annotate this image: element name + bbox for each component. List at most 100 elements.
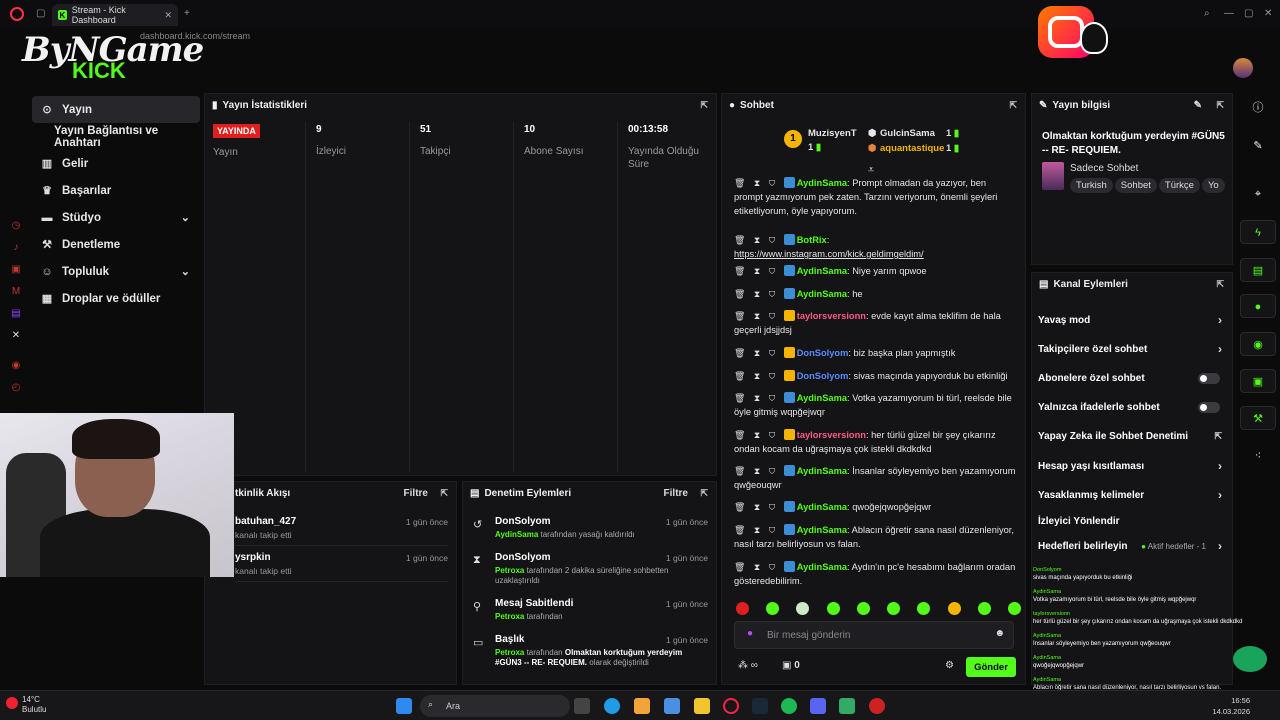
chat-username[interactable]: taylorsversionn [797, 430, 866, 440]
nav-item-drops[interactable]: ▦ Droplar ve ödüller [32, 285, 200, 312]
send-button[interactable]: Gönder [966, 657, 1016, 677]
popout-icon[interactable]: ⇱ [700, 100, 708, 111]
emote-icon[interactable] [856, 602, 870, 615]
action-followers-only[interactable]: Takipçilere özel sohbet › [1038, 339, 1222, 359]
toggle-switch[interactable] [1198, 372, 1220, 384]
photos-icon[interactable] [664, 698, 680, 714]
action-ai-moderation[interactable]: Yapay Zeka ile Sohbet Denetimi ⇱ [1038, 426, 1222, 446]
emote-icon[interactable] [947, 602, 961, 615]
opera-icon[interactable] [10, 7, 24, 21]
wrench-icon[interactable]: ⚒ [1240, 406, 1276, 430]
chat-username[interactable]: AydinSama [797, 502, 847, 512]
search-icon[interactable]: ⌕ [1204, 8, 1210, 19]
weather-widget[interactable]: 14°C Bulutlu [22, 695, 46, 715]
action-raid[interactable]: İzleyici Yönlendir [1038, 511, 1222, 531]
nav-item-revenue[interactable]: ▥ Gelir [32, 150, 200, 177]
game-icon[interactable]: ▣ [8, 264, 24, 286]
action-slow-mode[interactable]: Yavaş mod › [1038, 310, 1222, 330]
filter-button[interactable]: Filtre [664, 488, 688, 499]
chat-username[interactable]: AydinSama [797, 289, 847, 299]
layout-icon[interactable]: ▣ [1240, 369, 1276, 393]
kick-logo[interactable]: KICK [72, 58, 126, 84]
clock-icon[interactable]: ◴ [8, 382, 24, 404]
x-icon[interactable]: ✕ [8, 330, 24, 352]
system-clock[interactable]: 16:56 14.03.2026 [1212, 695, 1250, 717]
action-goals[interactable]: Hedefleri belirleyin ● Aktif hedefler - … [1038, 536, 1222, 556]
app-icon[interactable] [839, 698, 855, 714]
users-icon[interactable]: ⁂ [738, 660, 748, 671]
chat-username[interactable]: AydinSama [797, 466, 847, 476]
chat-username[interactable]: AydinSama [797, 266, 847, 276]
points-display[interactable]: ▣ 0 [782, 660, 800, 671]
mod-actions-icons[interactable]: 🗑 ⧗ ⛉ [734, 348, 784, 358]
opera-taskbar-icon[interactable] [723, 698, 739, 714]
emote-icon[interactable] [887, 602, 901, 615]
popout-icon[interactable]: ⇱ [700, 488, 708, 499]
more-icon[interactable]: ⁖ [1240, 444, 1276, 468]
nav-item-studio[interactable]: ▬ Stüdyo ⌄ [32, 204, 200, 231]
popout-icon[interactable]: ⇱ [1216, 100, 1224, 111]
chat-username[interactable]: AydinSama [797, 178, 847, 188]
tab-list-icon[interactable]: ▢ [36, 8, 45, 19]
popout-icon[interactable]: ⇱ [1216, 279, 1224, 290]
popout-icon[interactable]: ⇱ [1009, 100, 1017, 111]
mod-actions-icons[interactable]: 🗑 ⧗ ⛉ [734, 371, 784, 381]
chat-username[interactable]: AydinSama [797, 562, 847, 572]
emote-icon[interactable] [1007, 602, 1021, 615]
chat-username[interactable]: taylorsversionn [797, 311, 866, 321]
mod-actions-icons[interactable]: 🗑 ⧗ ⛉ [734, 502, 784, 512]
mod-actions-icons[interactable]: 🗑 ⧗ ⛉ [734, 393, 784, 403]
category-name[interactable]: Sadece Sohbet [1070, 163, 1138, 174]
edge-icon[interactable] [604, 698, 620, 714]
popout-icon[interactable]: ⇱ [440, 488, 448, 499]
nav-item-community[interactable]: ☺ Topluluk ⌄ [32, 258, 200, 285]
history-icon[interactable]: ◷ [8, 220, 24, 242]
focus-icon[interactable]: ⌖ [1240, 182, 1276, 206]
broadcast-icon[interactable]: ◉ [1240, 332, 1276, 356]
gear-icon[interactable]: ⚙ [945, 660, 954, 671]
gifter-name[interactable]: MuzisyenT [808, 128, 857, 139]
action-account-age[interactable]: Hesap yaşı kısıtlaması › [1038, 456, 1222, 476]
mod-actions-icons[interactable]: 🗑 ⧗ ⛉ [734, 178, 784, 188]
nav-item-stream[interactable]: ⊙ Yayın [32, 96, 200, 123]
gifter-name[interactable]: aquantastique [880, 143, 944, 154]
nav-item-moderation[interactable]: ⚒ Denetleme [32, 231, 200, 258]
task-view-icon[interactable] [574, 698, 590, 714]
file-explorer-icon[interactable] [694, 698, 710, 714]
nav-item-stream-key[interactable]: Yayın Bağlantısı ve Anahtarı [32, 123, 200, 150]
filter-button[interactable]: Filtre [404, 488, 428, 499]
emoji-icon[interactable]: ☻ [994, 628, 1005, 639]
chat-username[interactable]: DonSolyom [797, 348, 849, 358]
mod-actions-icons[interactable]: 🗑 ⧗ ⛉ [734, 235, 784, 245]
mod-actions-icons[interactable]: 🗑 ⧗ ⛉ [734, 525, 784, 535]
moderator-name[interactable]: Petroxa [495, 612, 524, 621]
emote-icon[interactable] [826, 602, 840, 615]
maximize-icon[interactable]: ▢ [1244, 8, 1253, 19]
steam-icon[interactable] [752, 698, 768, 714]
browser-tab[interactable]: K Stream - Kick Dashboard ✕ [52, 4, 178, 26]
chat-bubble-icon[interactable]: ● [1240, 294, 1276, 318]
mod-actions-icons[interactable]: 🗑 ⧗ ⛉ [734, 311, 784, 321]
music-icon[interactable]: ♪ [8, 242, 24, 264]
infinity-icon[interactable]: ∞ [751, 660, 758, 671]
player-icon[interactable]: ◉ [8, 360, 24, 382]
chat-input[interactable]: ● Bir mesaj gönderin ☻ [734, 621, 1014, 649]
moderator-name[interactable]: Petroxa [495, 566, 524, 575]
spotify-icon[interactable] [781, 698, 797, 714]
messenger-icon[interactable]: M [8, 286, 24, 308]
toggle-switch[interactable] [1198, 401, 1220, 413]
new-tab-button[interactable]: + [184, 8, 190, 19]
emote-icon[interactable] [766, 602, 780, 615]
tag[interactable]: Yo [1201, 178, 1225, 193]
tag[interactable]: Türkçe [1158, 178, 1200, 193]
tab-close-icon[interactable]: ✕ [164, 10, 172, 21]
close-window-icon[interactable]: ✕ [1264, 8, 1272, 19]
windows-start-icon[interactable] [396, 698, 412, 714]
emote-icon[interactable] [796, 602, 810, 615]
twitch-icon[interactable]: ▤ [8, 308, 24, 330]
chat-username[interactable]: AydinSama [797, 393, 847, 403]
action-banned-words[interactable]: Yasaklanmış kelimeler › [1038, 485, 1222, 505]
minimize-icon[interactable]: — [1224, 8, 1234, 19]
chat-username[interactable]: AydinSama [797, 525, 847, 535]
avatar[interactable] [1233, 58, 1253, 78]
